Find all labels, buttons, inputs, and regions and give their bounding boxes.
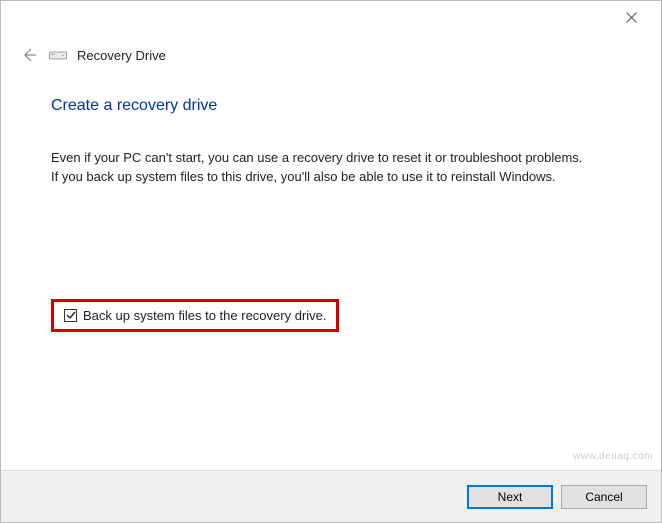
recovery-drive-dialog: Recovery Drive Create a recovery drive E…: [0, 0, 662, 523]
page-description: Even if your PC can't start, you can use…: [51, 149, 591, 187]
drive-icon: [49, 48, 67, 62]
breadcrumb-title: Recovery Drive: [77, 48, 166, 63]
backup-system-files-label: Back up system files to the recovery dri…: [83, 308, 326, 323]
watermark: www.deuaq.com: [573, 451, 653, 462]
footer: Next Cancel: [1, 470, 661, 522]
page-heading: Create a recovery drive: [51, 97, 611, 115]
breadcrumb: Recovery Drive: [1, 33, 661, 71]
titlebar: [1, 1, 661, 33]
content-area: Create a recovery drive Even if your PC …: [1, 71, 661, 332]
checkbox-highlight-box: Back up system files to the recovery dri…: [51, 299, 339, 332]
checkmark-icon: [66, 310, 76, 320]
close-button[interactable]: [611, 5, 651, 29]
back-arrow-icon: [21, 47, 37, 63]
cancel-button[interactable]: Cancel: [561, 485, 647, 509]
back-button[interactable]: [19, 45, 39, 65]
close-icon: [626, 12, 637, 23]
next-button[interactable]: Next: [467, 485, 553, 509]
backup-system-files-checkbox[interactable]: [64, 309, 77, 322]
